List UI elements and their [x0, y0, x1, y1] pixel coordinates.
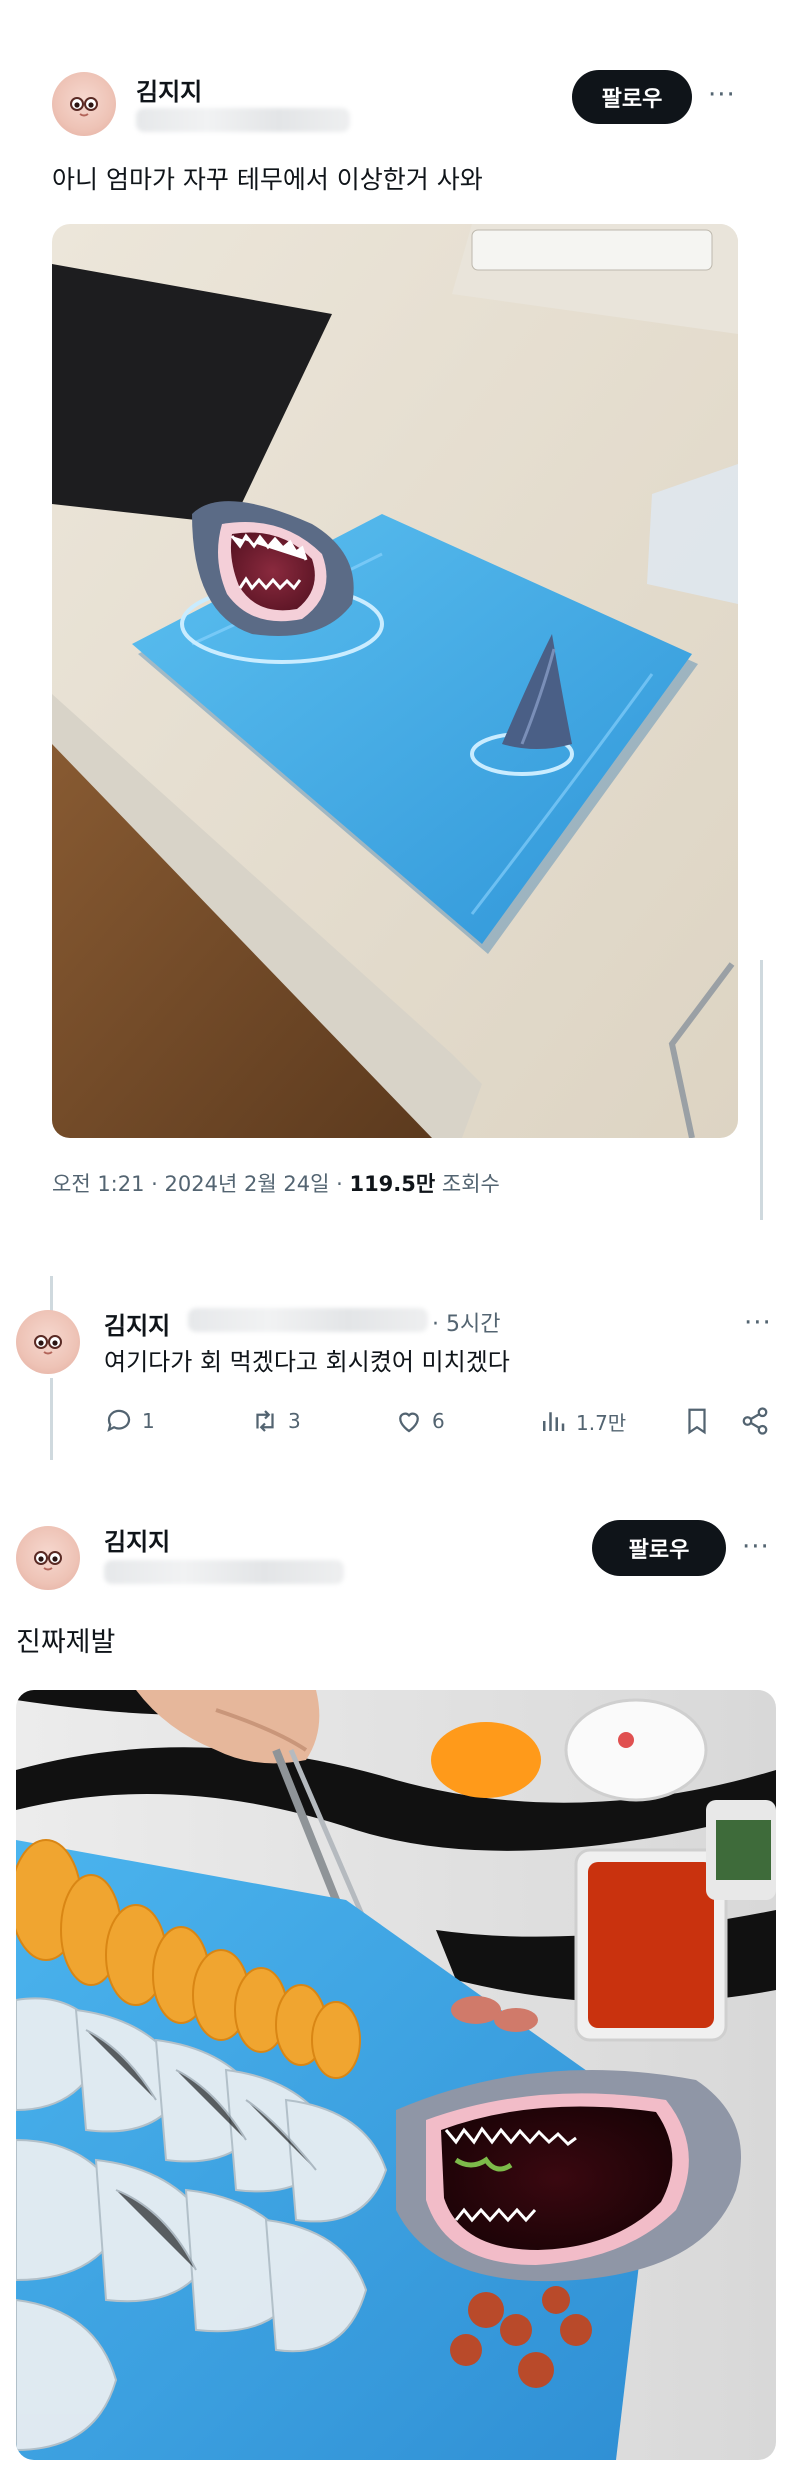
reply-author-name[interactable]: 김지지 — [104, 1306, 170, 1341]
post-meta: 오전 1:21 · 2024년 2월 24일 · 119.5만 조회수 — [52, 1168, 500, 1198]
more-dots-icon[interactable]: ··· — [708, 82, 736, 108]
reply-time: · 5시간 — [432, 1306, 500, 1338]
post-text: 진짜제발 — [16, 1627, 116, 1658]
avatar-face-icon — [34, 1335, 62, 1355]
avatar[interactable] — [16, 1526, 80, 1590]
post-photo-shark-board[interactable] — [52, 224, 738, 1138]
bar-chart-icon — [543, 1412, 565, 1431]
speech-bubble-icon — [107, 1409, 131, 1432]
reply-handle-blurred — [188, 1308, 428, 1332]
reply-text: 여기다가 회 먹겠다고 회시켰어 미치겠다 — [104, 1348, 510, 1376]
post-text: 아니 엄마가 자꾸 테무에서 이상한거 사와 — [52, 165, 483, 194]
meta-separator: · — [432, 1312, 439, 1337]
meta-separator: · — [336, 1172, 343, 1196]
avatar-face-icon — [34, 1551, 62, 1571]
retweet-arrows-icon — [256, 1410, 274, 1432]
more-dots-icon[interactable]: ··· — [742, 1534, 770, 1560]
post-time: 오전 1:21 — [52, 1172, 145, 1196]
more-dots-icon[interactable]: ··· — [744, 1310, 772, 1336]
follow-button[interactable]: 팔로우 — [572, 70, 692, 124]
author-handle-blurred — [104, 1560, 344, 1584]
reply-actions: 1 3 6 1.7만 — [104, 1406, 784, 1446]
thread-line — [50, 1378, 53, 1460]
bookmark-button[interactable] — [682, 1406, 712, 1436]
views-label: 조회수 — [441, 1172, 500, 1196]
heart-icon — [399, 1412, 419, 1433]
post-date[interactable]: 2024년 2월 24일 — [165, 1172, 330, 1196]
post-photo-sashimi[interactable] — [16, 1690, 776, 2460]
views-count: 119.5만 — [349, 1172, 436, 1196]
share-nodes-icon — [742, 1407, 768, 1435]
meta-separator: · — [151, 1172, 158, 1196]
reply-count: 1 — [142, 1409, 155, 1433]
author-name[interactable]: 김지지 — [136, 72, 202, 107]
bookmark-icon — [688, 1408, 706, 1435]
retweet-button[interactable]: 3 — [250, 1406, 301, 1436]
share-button[interactable] — [740, 1406, 770, 1436]
avatar[interactable] — [52, 72, 116, 136]
avatar-face-icon — [70, 97, 98, 117]
reply-button[interactable]: 1 — [104, 1406, 155, 1436]
retweet-count: 3 — [288, 1409, 301, 1433]
views-count: 1.7만 — [576, 1410, 627, 1435]
thread-line — [50, 1276, 53, 1312]
author-handle-blurred — [136, 108, 350, 132]
like-count: 6 — [432, 1409, 445, 1433]
like-button[interactable]: 6 — [394, 1406, 445, 1436]
divider — [760, 960, 763, 1220]
author-name[interactable]: 김지지 — [104, 1522, 170, 1557]
avatar[interactable] — [16, 1310, 80, 1374]
reply-time-value[interactable]: 5시간 — [446, 1312, 500, 1337]
follow-button[interactable]: 팔로우 — [592, 1520, 726, 1576]
views-button[interactable]: 1.7만 — [538, 1406, 626, 1436]
